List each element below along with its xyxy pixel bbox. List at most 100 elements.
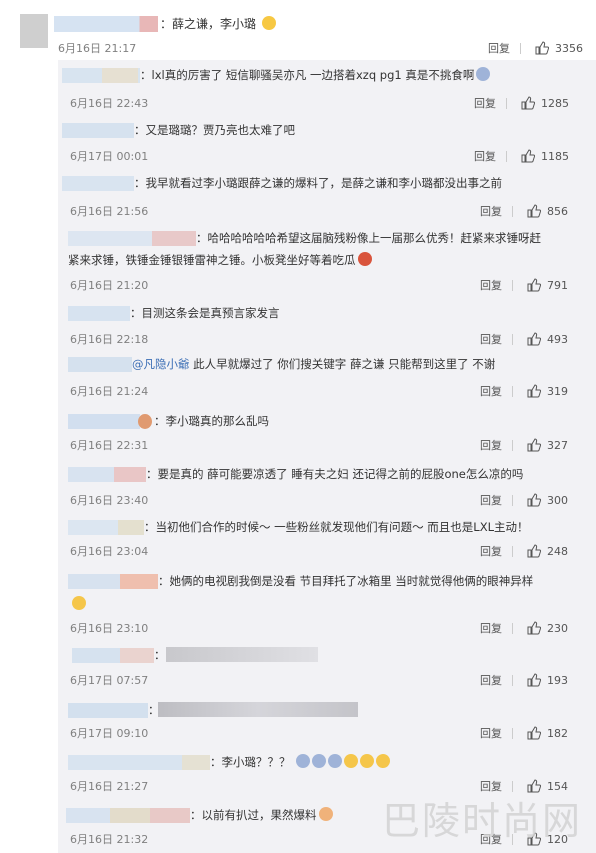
reply-text-line2: 紧来求锤，铁锤金锤银锤雷神之锤。小板凳坐好等着吃瓜 — [68, 249, 372, 271]
divider — [512, 622, 513, 634]
like-count: 791 — [547, 278, 568, 292]
blurred-content — [166, 647, 318, 662]
blurred-username[interactable] — [72, 648, 122, 663]
thumb-up-icon[interactable] — [527, 673, 541, 687]
avatar[interactable] — [20, 14, 48, 48]
thumb-up-icon[interactable] — [527, 544, 541, 558]
reply-actions: 回复 182 — [480, 725, 568, 741]
list-item: ： 6月17日 07:57 回复 193 — [58, 638, 596, 691]
reply-actions: 回复 230 — [480, 620, 568, 636]
list-item: ：哈哈哈哈哈哈希望这届脑残粉像上一届那么优秀！赶紧来求锤呀赶 紧来求锤，铁锤金锤… — [58, 220, 596, 296]
reply-date: 6月16日 21:32 — [70, 833, 149, 846]
reply-button[interactable]: 回复 — [480, 672, 502, 688]
comment-actions: 回复 3356 — [488, 40, 583, 56]
reply-actions: 回复 248 — [480, 543, 568, 559]
blurred-username[interactable] — [68, 357, 132, 372]
reply-button[interactable]: 回复 — [480, 725, 502, 741]
reply-text: ： — [154, 648, 166, 662]
reply-button[interactable]: 回复 — [480, 383, 502, 399]
smile-emoji-icon — [261, 16, 276, 30]
like-count: 300 — [547, 493, 568, 507]
blurred-username[interactable] — [66, 808, 110, 823]
list-item: ：李小璐真的那么乱吗 6月16日 22:31 回复 327 — [58, 402, 596, 455]
blurred-username[interactable] — [68, 231, 152, 246]
like-count: 1285 — [541, 96, 569, 110]
like-count: 193 — [547, 673, 568, 687]
reply-actions: 回复 193 — [480, 672, 568, 688]
reply-text-line1: ：哈哈哈哈哈哈希望这届脑残粉像上一届那么优秀！赶紧来求锤呀赶 — [196, 231, 541, 245]
reply-date: 6月17日 09:10 — [70, 727, 149, 740]
reply-button[interactable]: 回复 — [480, 277, 502, 293]
thumb-up-icon[interactable] — [527, 493, 541, 507]
reply-date: 6月16日 23:10 — [70, 622, 149, 635]
blurred-content — [158, 702, 358, 717]
like-count: 1185 — [541, 149, 569, 163]
comment-text-content: ：薛之谦，李小璐 — [160, 17, 257, 31]
reply-date: 6月17日 07:57 — [70, 674, 149, 687]
top-comment: ：薛之谦，李小璐 6月16日 21:17 回复 3356 — [0, 0, 596, 60]
reply-button[interactable]: 回复 — [480, 331, 502, 347]
crying-laugh-emoji-icon — [360, 754, 375, 768]
blurred-username[interactable] — [68, 414, 140, 429]
divider — [506, 150, 507, 162]
thumb-up-icon[interactable] — [527, 278, 541, 292]
blurred-username[interactable] — [68, 574, 124, 589]
reply-button[interactable]: 回复 — [488, 40, 510, 56]
reply-button[interactable]: 回复 — [474, 95, 496, 111]
thumb-up-icon[interactable] — [527, 204, 541, 218]
divider — [512, 674, 513, 686]
list-item: ：目测这条会是真预言家发言 6月16日 22:18 回复 493 — [58, 296, 596, 348]
thumb-up-icon[interactable] — [521, 96, 535, 110]
reply-button[interactable]: 回复 — [480, 437, 502, 453]
like-count: 248 — [547, 544, 568, 558]
reply-actions: 回复 300 — [480, 492, 568, 508]
thumb-up-icon[interactable] — [535, 41, 549, 55]
blurred-username[interactable] — [68, 520, 120, 535]
reply-button[interactable]: 回复 — [480, 620, 502, 636]
scared-emoji-icon — [328, 754, 343, 768]
reply-text: ：李小璐真的那么乱吗 — [154, 414, 269, 428]
reply-text: ：当初他们合作的时候～ 一些粉丝就发现他们有问题～ 而且也是LXL主动！ — [144, 520, 529, 534]
divider — [512, 494, 513, 506]
reply-button[interactable]: 回复 — [474, 148, 496, 164]
blurred-username[interactable] — [68, 467, 116, 482]
divider — [512, 205, 513, 217]
reply-text-content: ：以前有扒过，果然爆料 — [190, 808, 317, 822]
reply-button[interactable]: 回复 — [480, 543, 502, 559]
divider — [512, 545, 513, 557]
reply-actions: 回复 1185 — [474, 148, 569, 164]
reply-date: 6月16日 23:40 — [70, 494, 149, 507]
reply-text: ：lxl真的厉害了 短信聊骚吴亦凡 一边搭着xzq pg1 真是不挑食啊 — [140, 64, 491, 86]
thumb-up-icon[interactable] — [527, 438, 541, 452]
divider — [506, 97, 507, 109]
like-count: 3356 — [555, 41, 583, 55]
divider — [512, 333, 513, 345]
thumb-up-icon[interactable] — [527, 726, 541, 740]
thumb-up-icon[interactable] — [527, 621, 541, 635]
mention-link[interactable]: @凡隐小爺 — [132, 357, 190, 371]
reply-button[interactable]: 回复 — [480, 492, 502, 508]
divider — [512, 279, 513, 291]
divider — [520, 42, 521, 54]
blurred-username[interactable] — [68, 306, 130, 321]
reply-text-content: 此人早就爆过了 你们搜关键字 薛之谦 只能帮到这里了 不谢 — [189, 357, 496, 371]
blurred-username[interactable] — [68, 703, 148, 718]
reply-text: ：又是璐璐？贾乃亮也太难了吧 — [134, 123, 295, 137]
thumb-up-icon[interactable] — [521, 149, 535, 163]
blurred-username[interactable] — [54, 16, 158, 32]
blurred-username[interactable] — [62, 176, 134, 191]
blurred-username[interactable] — [68, 755, 192, 770]
list-item: ：lxl真的厉害了 短信聊骚吴亦凡 一边搭着xzq pg1 真是不挑食啊 6月1… — [58, 60, 596, 113]
reply-actions: 回复 327 — [480, 437, 568, 453]
reply-button[interactable]: 回复 — [480, 203, 502, 219]
comment-date: 6月16日 21:17 — [58, 42, 137, 55]
reply-actions: 回复 319 — [480, 383, 568, 399]
blurred-username[interactable] — [62, 123, 134, 138]
reply-text-content: 紧来求锤，铁锤金锤银锤雷神之锤。小板凳坐好等着吃瓜 — [68, 253, 356, 267]
blurred-username-part — [118, 520, 144, 535]
blurred-username-part — [150, 808, 190, 823]
thumb-up-icon[interactable] — [527, 332, 541, 346]
thumb-up-icon[interactable] — [527, 384, 541, 398]
list-item: ：当初他们合作的时候～ 一些粉丝就发现他们有问题～ 而且也是LXL主动！ 6月1… — [58, 509, 596, 562]
crying-laugh-emoji-icon — [344, 754, 359, 768]
